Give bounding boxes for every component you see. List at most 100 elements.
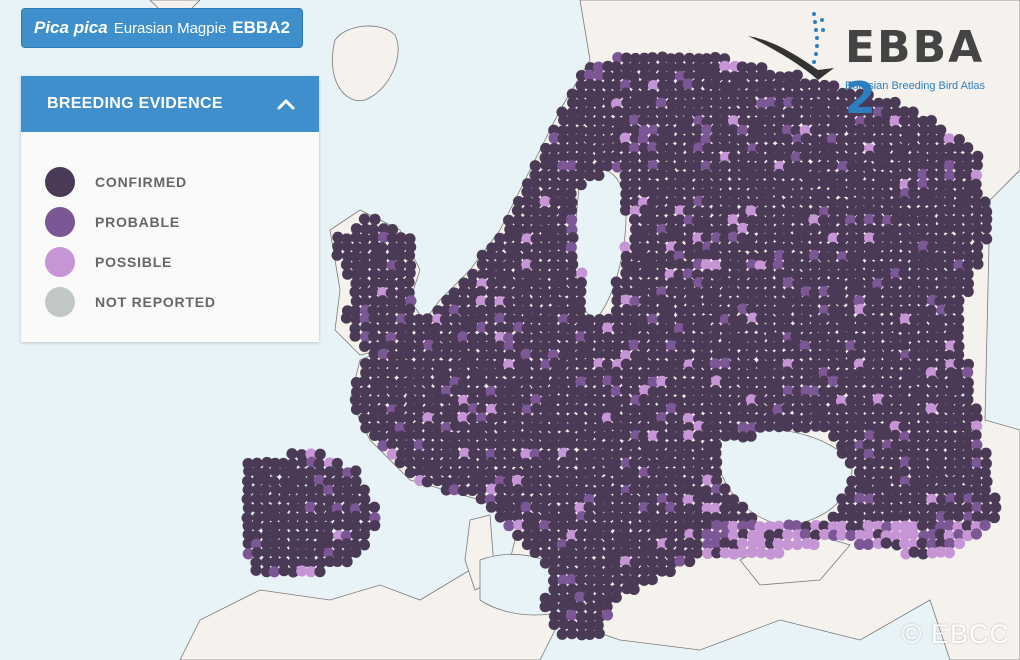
occurrence-dot [898, 421, 910, 433]
occurrence-dot [467, 339, 479, 351]
occurrence-dot [872, 411, 884, 423]
occurrence-dot [520, 385, 532, 397]
occurrence-dot [773, 547, 785, 559]
occurrence-dot [701, 124, 713, 136]
occurrence-dot [880, 537, 892, 549]
occurrence-dot [646, 114, 659, 127]
occurrence-dot [413, 385, 425, 397]
occurrence-dot [962, 394, 974, 406]
occurrence-dot [358, 539, 371, 551]
legend-item: CONFIRMED [21, 162, 319, 202]
occurrence-dot [719, 60, 731, 72]
legend-items: CONFIRMED PROBABLE POSSIBLE NOT REPORTED [21, 132, 319, 322]
occurrence-dot [583, 591, 595, 603]
species-chip[interactable]: Pica pica Eurasian Magpie EBBA2 [21, 8, 303, 48]
occurrence-dot [718, 168, 730, 181]
occurrence-dot [673, 367, 685, 379]
occurrence-dot [863, 528, 875, 540]
occurrence-dot [970, 429, 982, 441]
legend-title: BREEDING EVIDENCE [47, 95, 223, 112]
occurrence-dot [485, 249, 497, 261]
occurrence-dot [503, 520, 515, 532]
occurrence-dot [817, 330, 829, 342]
occurrence-dot [916, 537, 928, 549]
occurrence-dot [782, 277, 795, 289]
occurrence-dot [593, 465, 605, 477]
occurrence-dot [619, 448, 631, 460]
occurrence-dot [844, 187, 856, 199]
occurrence-dot [656, 348, 668, 360]
occurrence-dot [601, 573, 613, 586]
occurrence-dot [664, 204, 676, 216]
occurrence-dot [358, 213, 371, 225]
occurrence-dot [512, 231, 524, 243]
occurrence-dot [539, 195, 551, 208]
logo-text: EBBA 2 [845, 22, 1010, 124]
occurrence-dot [916, 393, 929, 405]
occurrence-dot [835, 141, 847, 153]
occurrence-dot [628, 438, 640, 450]
occurrence-dot [655, 168, 667, 181]
occurrence-dot [971, 159, 983, 171]
occurrence-dot [547, 600, 559, 612]
occurrence-dot [646, 393, 659, 405]
occurrence-dot [386, 438, 398, 450]
occurrence-dot [520, 348, 532, 360]
occurrence-dot [664, 133, 676, 145]
occurrence-dot [818, 114, 830, 126]
occurrence-dot [628, 186, 640, 198]
legend-item: POSSIBLE [21, 242, 319, 282]
occurrence-dot [610, 151, 622, 163]
occurrence-dot [466, 277, 478, 289]
chevron-up-icon[interactable] [275, 93, 297, 115]
occurrence-dot [952, 384, 965, 396]
occurrence-dot [763, 277, 776, 289]
occurrence-dot [872, 195, 884, 207]
occurrence-dot [314, 566, 326, 578]
occurrence-dot [799, 528, 811, 540]
atlas-name: EBBA2 [232, 18, 290, 37]
occurrence-dot [898, 466, 910, 478]
occurrence-dot [754, 241, 767, 253]
occurrence-dot [962, 285, 974, 298]
occurrence-dot [538, 376, 550, 388]
occurrence-dot [556, 564, 568, 577]
occurrence-dot [556, 628, 568, 640]
legend-label: CONFIRMED [95, 174, 187, 190]
occurrence-dot [593, 169, 605, 182]
legend-item: PROBABLE [21, 202, 319, 242]
occurrence-dot [575, 285, 587, 298]
occurrence-dot [340, 312, 353, 324]
occurrence-dot [385, 313, 397, 325]
legend-label: NOT REPORTED [95, 294, 216, 310]
occurrence-dot [512, 438, 524, 450]
occurrence-dot [512, 529, 524, 541]
occurrence-dot [421, 376, 433, 388]
occurrence-dot [691, 403, 704, 415]
copyright-credit: © EBCC [901, 619, 1010, 649]
occurrence-dot [638, 456, 650, 468]
occurrence-dot [494, 411, 506, 424]
occurrence-dot [376, 258, 388, 271]
occurrence-dot [539, 484, 551, 496]
legend-swatch [45, 207, 75, 237]
occurrence-dot [682, 349, 694, 361]
occurrence-dot [359, 375, 371, 387]
occurrence-dot [709, 330, 721, 342]
occurrence-dot [548, 339, 560, 352]
occurrence-dot [475, 285, 487, 298]
occurrence-dot [539, 178, 551, 190]
occurrence-dot [862, 538, 874, 550]
occurrence-dot [430, 348, 442, 360]
occurrence-dot [853, 375, 866, 387]
occurrence-dot [799, 231, 811, 243]
occurrence-dot [835, 294, 847, 307]
occurrence-dot [385, 340, 397, 352]
occurrence-dot [295, 475, 308, 487]
occurrence-dot [745, 348, 757, 360]
occurrence-dot [745, 430, 757, 442]
occurrence-dot [808, 304, 820, 317]
occurrence-dot [862, 439, 874, 451]
legend-header[interactable]: BREEDING EVIDENCE [21, 76, 319, 132]
occurrence-dot [684, 555, 696, 568]
